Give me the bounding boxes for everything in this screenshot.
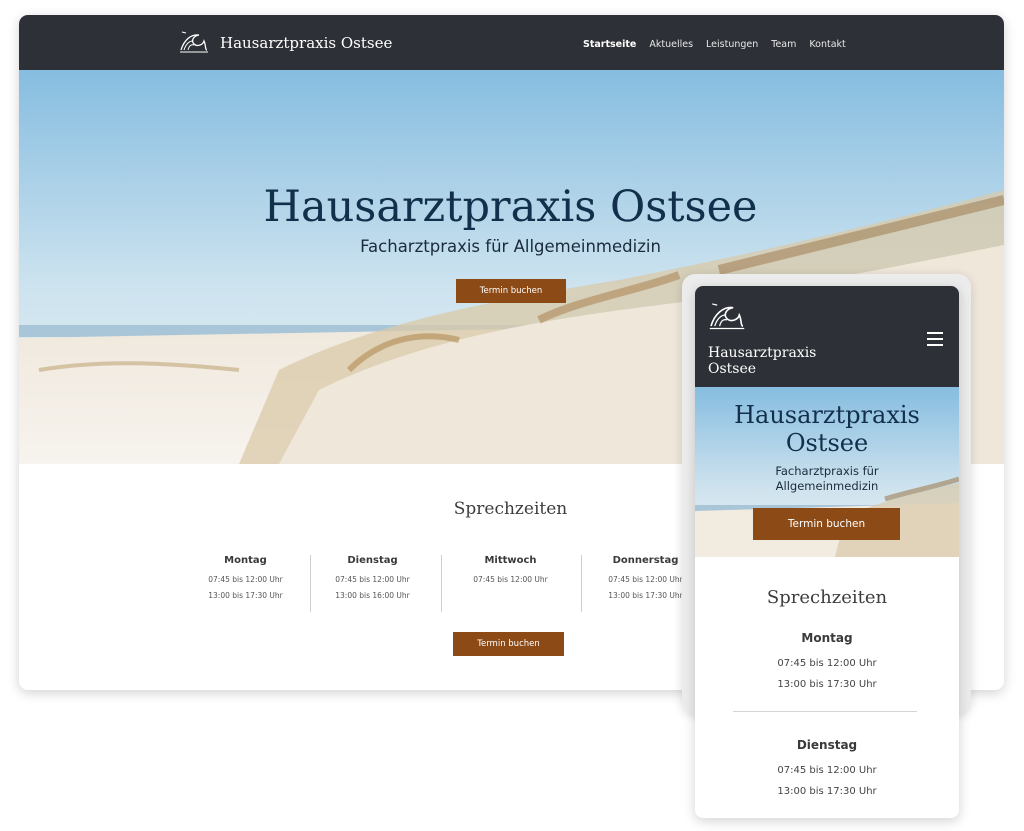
hero-subtitle: Facharztpraxis für Allgemeinmedizin — [360, 237, 661, 256]
hero-title-line: Ostsee — [785, 429, 869, 457]
hero-subtitle-line: Allgemeinmedizin — [775, 479, 879, 493]
nav-leistungen[interactable]: Leistungen — [706, 39, 758, 50]
mobile-mockup: Hausarztpraxis Ostsee Hausarztpraxis Ost… — [695, 286, 959, 818]
nav-team[interactable]: Team — [771, 39, 796, 50]
day-divider — [733, 711, 917, 712]
wave-logo-icon[interactable] — [707, 299, 747, 331]
mobile-hero-section: Hausarztpraxis Ostsee Facharztpraxis für… — [695, 387, 959, 557]
mobile-book-appointment-button[interactable]: Termin buchen — [753, 508, 900, 540]
hero-title: Hausarztpraxis Ostsee — [263, 182, 758, 232]
day-time: 07:45 bis 12:00 Uhr — [208, 575, 283, 584]
mobile-day-dienstag: Dienstag 07:45 bis 12:00 Uhr 13:00 bis 1… — [695, 738, 959, 802]
hero-subtitle-line: Facharztpraxis für — [775, 464, 879, 478]
mobile-site-brand[interactable]: Hausarztpraxis Ostsee — [708, 345, 816, 377]
brand-line: Hausarztpraxis — [708, 345, 817, 361]
mobile-hours-title: Sprechzeiten — [766, 587, 888, 608]
day-name: Dienstag — [347, 555, 398, 566]
day-name: Montag — [801, 631, 853, 645]
hero-book-appointment-button[interactable]: Termin buchen — [456, 279, 566, 303]
nav-startseite[interactable]: Startseite — [583, 39, 636, 50]
mobile-hero-title: Hausarztpraxis Ostsee — [695, 401, 959, 457]
day-name: Dienstag — [796, 738, 858, 752]
day-time: 07:45 bis 12:00 Uhr — [473, 575, 548, 584]
hamburger-menu-icon[interactable] — [927, 332, 943, 346]
nav-aktuelles[interactable]: Aktuelles — [649, 39, 693, 50]
day-name: Mittwoch — [484, 555, 537, 566]
mobile-hero-subtitle: Facharztpraxis für Allgemeinmedizin — [695, 464, 959, 494]
site-brand[interactable]: Hausarztpraxis Ostsee — [220, 34, 392, 52]
day-column-montag: Montag 07:45 bis 12:00 Uhr 13:00 bis 17:… — [180, 555, 311, 603]
hero-title-line: Hausarztpraxis — [734, 401, 920, 429]
day-name: Montag — [224, 555, 267, 566]
nav-kontakt[interactable]: Kontakt — [809, 39, 845, 50]
day-time: 13:00 bis 17:30 Uhr — [777, 786, 877, 797]
mobile-navbar: Hausarztpraxis Ostsee — [695, 286, 959, 387]
day-time: 07:45 bis 12:00 Uhr — [777, 765, 877, 776]
day-time: 07:45 bis 12:00 Uhr — [777, 658, 877, 669]
day-time: 13:00 bis 16:00 Uhr — [335, 590, 410, 600]
mobile-day-montag: Montag 07:45 bis 12:00 Uhr 13:00 bis 17:… — [695, 631, 959, 695]
day-column-dienstag: Dienstag 07:45 bis 12:00 Uhr 13:00 bis 1… — [307, 555, 438, 603]
desktop-navbar: Hausarztpraxis Ostsee Startseite Aktuell… — [19, 15, 1004, 70]
hours-book-appointment-button[interactable]: Termin buchen — [453, 632, 564, 656]
day-time: 13:00 bis 17:30 Uhr — [777, 679, 877, 690]
brand-line: Ostsee — [708, 361, 757, 377]
wave-logo-icon[interactable] — [179, 28, 209, 54]
day-column-mittwoch: Mittwoch 07:45 bis 12:00 Uhr — [445, 555, 576, 588]
day-time: 07:45 bis 12:00 Uhr — [335, 575, 410, 584]
column-divider — [441, 555, 442, 612]
day-time: 13:00 bis 17:30 Uhr — [208, 590, 283, 600]
main-menu: Startseite Aktuelles Leistungen Team Kon… — [583, 39, 846, 50]
